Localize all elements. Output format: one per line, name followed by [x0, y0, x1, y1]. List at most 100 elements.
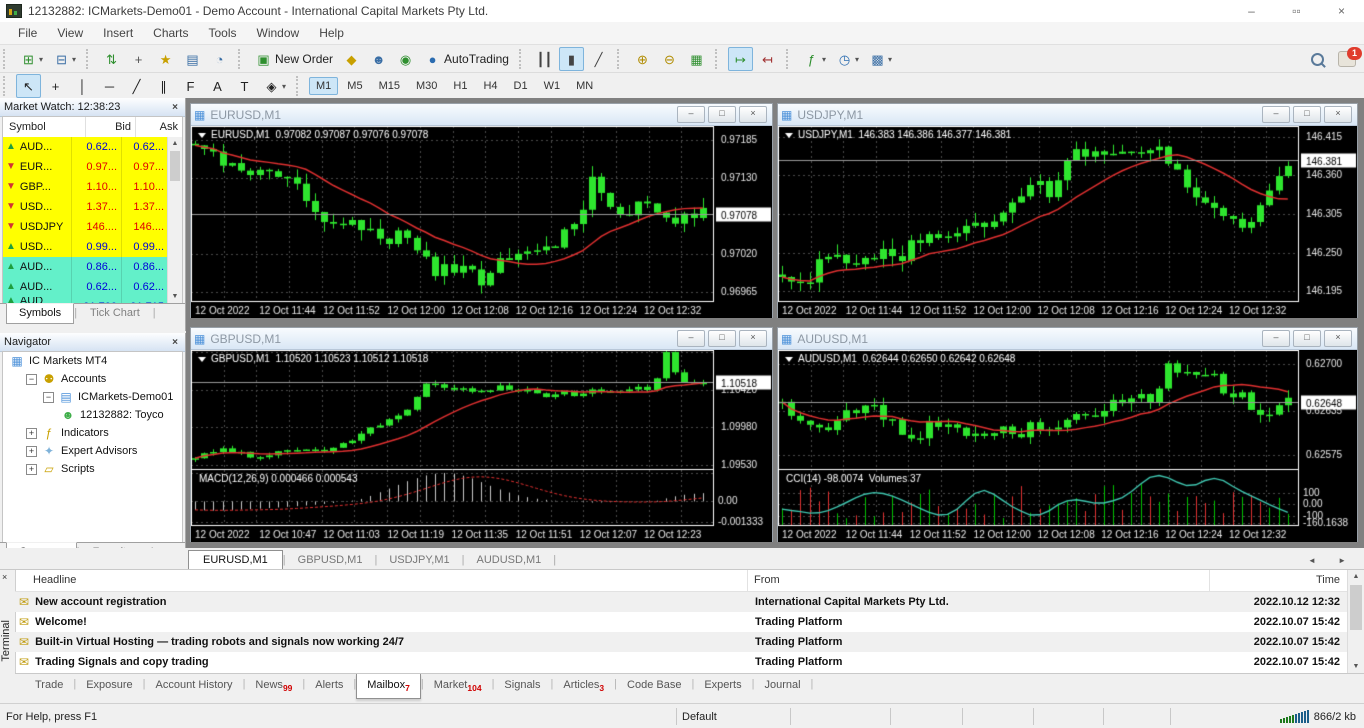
- chart-canvas-gbpusd[interactable]: [191, 350, 772, 542]
- text-button[interactable]: A: [205, 74, 230, 98]
- collapse-icon[interactable]: −: [43, 392, 54, 403]
- indicators-button[interactable]: ƒ▾: [799, 47, 830, 71]
- market-watch-button[interactable]: ⇅: [99, 47, 124, 71]
- tile-windows-button[interactable]: ▦: [684, 47, 709, 71]
- timeframe-m15[interactable]: M15: [372, 77, 407, 95]
- terminal-scrollbar[interactable]: ▲ ▼: [1347, 570, 1364, 674]
- nav-item-expert-advisors[interactable]: +✦Expert Advisors: [3, 442, 182, 460]
- column-ask[interactable]: Ask: [136, 117, 182, 137]
- terminal-tab-articles[interactable]: Articles3: [553, 674, 614, 698]
- terminal-tab-code-base[interactable]: Code Base: [617, 674, 691, 696]
- chart-window-titlebar[interactable]: ▦EURUSD,M1‒□×: [191, 104, 772, 126]
- restore-icon[interactable]: □: [708, 330, 736, 347]
- scrollbar-thumb[interactable]: [170, 151, 180, 181]
- restore-icon[interactable]: □: [1293, 106, 1321, 123]
- timeframe-h1[interactable]: H1: [446, 77, 474, 95]
- scroll-up-icon[interactable]: ▲: [1348, 570, 1364, 584]
- market-watch-row[interactable]: ▼USDJPY146....146....: [3, 217, 168, 237]
- nav-item-icmarkets-demo01[interactable]: −▤ICMarkets-Demo01: [3, 388, 182, 406]
- close-icon[interactable]: ×: [169, 337, 181, 348]
- new-chart-button[interactable]: ⊞▾: [16, 47, 47, 71]
- periods-button[interactable]: ◷▾: [832, 47, 863, 71]
- menu-window[interactable]: Window: [247, 22, 310, 44]
- templates-button[interactable]: ▩▾: [865, 47, 896, 71]
- scroll-down-icon[interactable]: ▼: [168, 290, 182, 303]
- notifications-icon[interactable]: 1: [1338, 51, 1356, 67]
- market-watch-row[interactable]: ▲AUD...0.62...0.62...: [3, 137, 168, 157]
- chart-tab-eurusd-m1[interactable]: EURUSD,M1: [188, 550, 283, 569]
- new-order-button[interactable]: ▣New Order: [251, 47, 337, 71]
- chart-canvas-eurusd[interactable]: [191, 126, 772, 318]
- close-icon[interactable]: ×: [169, 102, 181, 113]
- search-icon[interactable]: [1311, 53, 1324, 66]
- timeframe-w1[interactable]: W1: [537, 77, 568, 95]
- fibonacci-button[interactable]: F: [178, 74, 203, 98]
- text-label-button[interactable]: T: [232, 74, 257, 98]
- chart-window-usdjpy[interactable]: ▦USDJPY,M1‒□×: [777, 103, 1358, 318]
- chart-tab-audusd-m1[interactable]: AUDUSD,M1: [465, 551, 554, 569]
- zoom-out-button[interactable]: ⊖: [657, 47, 682, 71]
- market-watch-scrollbar[interactable]: ▲ ▼: [167, 137, 182, 303]
- close-icon[interactable]: ×: [1324, 330, 1352, 347]
- minimize-icon[interactable]: –: [1229, 0, 1274, 22]
- chart-tab-gbpusd-m1[interactable]: GBPUSD,M1: [286, 551, 375, 569]
- chart-shift-button[interactable]: ↤: [755, 47, 780, 71]
- chart-window-audusd[interactable]: ▦AUDUSD,M1‒□×: [777, 327, 1358, 542]
- close-icon[interactable]: ×: [2, 572, 7, 582]
- menu-charts[interactable]: Charts: [143, 22, 198, 44]
- auto-scroll-button[interactable]: ↦: [728, 47, 753, 71]
- market-watch-row[interactable]: ▼GBP...1.10...1.10...: [3, 177, 168, 197]
- timeframe-d1[interactable]: D1: [507, 77, 535, 95]
- terminal-tab-mailbox[interactable]: Mailbox7: [356, 674, 421, 699]
- zoom-in-button[interactable]: ⊕: [630, 47, 655, 71]
- chart-window-titlebar[interactable]: ▦AUDUSD,M1‒□×: [778, 328, 1357, 350]
- close-icon[interactable]: ×: [739, 330, 767, 347]
- mail-row[interactable]: ✉New account registrationInternational C…: [15, 592, 1348, 612]
- terminal-tab-market[interactable]: Market104: [424, 674, 492, 698]
- metaeditor-button[interactable]: ◆: [339, 47, 364, 71]
- chart-tab-usdjpy-m1[interactable]: USDJPY,M1: [377, 551, 461, 569]
- collapse-icon[interactable]: −: [26, 374, 37, 385]
- market-watch-row[interactable]: ▼USD...1.37...1.37...: [3, 197, 168, 217]
- menu-file[interactable]: File: [8, 22, 47, 44]
- profiles-button[interactable]: ⊟▾: [49, 47, 80, 71]
- expand-icon[interactable]: +: [26, 428, 37, 439]
- market-watch-row[interactable]: ▲AUD...0.86...0.86...: [3, 257, 168, 277]
- restore-icon[interactable]: ▫▫: [1274, 0, 1319, 22]
- mql5-community-button[interactable]: ☻: [366, 47, 391, 71]
- shapes-button[interactable]: ◈▾: [259, 74, 290, 98]
- nav-item-accounts[interactable]: −⚉Accounts: [3, 370, 182, 388]
- close-icon[interactable]: ×: [1319, 0, 1364, 22]
- candle-mode-button[interactable]: ▮: [559, 47, 584, 71]
- terminal-tab-experts[interactable]: Experts: [694, 674, 751, 696]
- scrollbar-thumb[interactable]: [1350, 585, 1362, 630]
- restore-icon[interactable]: □: [1293, 330, 1321, 347]
- line-mode-button[interactable]: ╱: [586, 47, 611, 71]
- market-watch-row[interactable]: ▲USD...0.99...0.99...: [3, 237, 168, 257]
- timeframe-m30[interactable]: M30: [409, 77, 444, 95]
- column-from[interactable]: From: [748, 570, 1210, 591]
- vertical-line-button[interactable]: │: [70, 74, 95, 98]
- chart-window-titlebar[interactable]: ▦GBPUSD,M1‒□×: [191, 328, 772, 350]
- terminal-tab-exposure[interactable]: Exposure: [76, 674, 142, 696]
- bar-mode-button[interactable]: ┃┃: [532, 47, 557, 71]
- terminal-tab-account-history[interactable]: Account History: [146, 674, 243, 696]
- minimize-icon[interactable]: ‒: [677, 330, 705, 347]
- mail-row[interactable]: ✉Welcome!Trading Platform2022.10.07 15:4…: [15, 612, 1348, 632]
- menu-view[interactable]: View: [47, 22, 93, 44]
- menu-help[interactable]: Help: [309, 22, 354, 44]
- terminal-tab-news[interactable]: News99: [245, 674, 302, 698]
- column-bid[interactable]: Bid: [86, 117, 136, 137]
- mail-row[interactable]: ✉Trading Signals and copy tradingTrading…: [15, 652, 1348, 672]
- nav-item-ic-markets-mt4[interactable]: ▦IC Markets MT4: [3, 352, 182, 370]
- signals-button[interactable]: ◉: [393, 47, 418, 71]
- tab-symbols[interactable]: Symbols: [6, 303, 74, 324]
- nav-item-scripts[interactable]: +▱Scripts: [3, 460, 182, 478]
- mail-row[interactable]: ✉Built-in Virtual Hosting — trading robo…: [15, 632, 1348, 652]
- timeframe-mn[interactable]: MN: [569, 77, 600, 95]
- column-time[interactable]: Time: [1210, 570, 1348, 591]
- close-icon[interactable]: ×: [739, 106, 767, 123]
- tab-tick-chart[interactable]: Tick Chart: [77, 303, 153, 324]
- chart-window-titlebar[interactable]: ▦USDJPY,M1‒□×: [778, 104, 1357, 126]
- trendline-button[interactable]: ╱: [124, 74, 149, 98]
